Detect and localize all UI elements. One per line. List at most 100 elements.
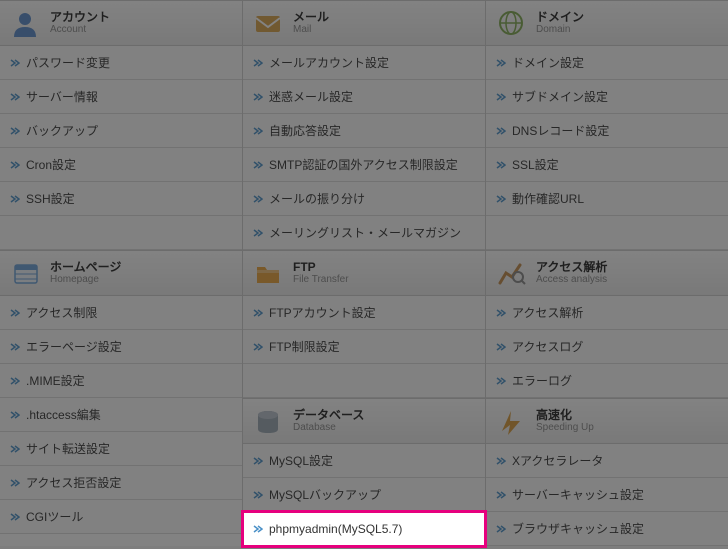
section-header-database: データベースDatabase: [243, 398, 485, 444]
menu-item-homepage-2[interactable]: .MIME設定: [0, 364, 242, 398]
column-1: メールMail メールアカウント設定迷惑メール設定自動応答設定 SMTP認証の国外ア…: [243, 0, 486, 546]
section-title-mail: メール: [293, 11, 329, 24]
menu-item-ftp-1[interactable]: FTP制限設定: [243, 330, 485, 364]
menu-item-label: 迷惑メール設定: [269, 88, 353, 105]
menu-item-access-2[interactable]: エラーログ: [486, 364, 728, 398]
menu-item-homepage-5[interactable]: アクセス拒否設定: [0, 466, 242, 500]
menu-item-label: アクセス拒否設定: [26, 474, 121, 491]
menu-item-homepage-0[interactable]: アクセス制限: [0, 296, 242, 330]
menu-item-database-2[interactable]: phpmyadmin(MySQL5.7): [243, 512, 485, 546]
menu-item-mail-4[interactable]: メールの振り分け: [243, 182, 485, 216]
menu-item-label: サブドメイン設定: [512, 88, 608, 105]
arrow-bullet-icon: [10, 478, 20, 488]
spacer: [0, 216, 242, 250]
menu-item-label: CGIツール: [26, 508, 83, 525]
menu-item-speed-2[interactable]: ブラウザキャッシュ設定: [486, 512, 728, 546]
menu-item-label: バックアップ: [26, 122, 98, 139]
section-subtitle-access: Access analysis: [536, 274, 607, 285]
arrow-bullet-icon: [10, 342, 20, 352]
section-header-homepage: ホームページHomepage: [0, 250, 242, 296]
arrow-bullet-icon: [10, 126, 20, 136]
menu-item-homepage-6[interactable]: CGIツール: [0, 500, 242, 534]
arrow-bullet-icon: [253, 490, 263, 500]
menu-item-domain-1[interactable]: サブドメイン設定: [486, 80, 728, 114]
arrow-bullet-icon: [496, 490, 506, 500]
menu-item-account-4[interactable]: SSH設定: [0, 182, 242, 216]
menu-item-label: .MIME設定: [26, 372, 85, 389]
arrow-bullet-icon: [253, 160, 263, 170]
arrow-bullet-icon: [10, 58, 20, 68]
homepage-icon: [10, 259, 40, 287]
menu-item-homepage-3[interactable]: .htaccess編集: [0, 398, 242, 432]
menu-item-ftp-0[interactable]: FTPアカウント設定: [243, 296, 485, 330]
menu-item-speed-1[interactable]: サーバーキャッシュ設定: [486, 478, 728, 512]
menu-item-domain-2[interactable]: DNSレコード設定: [486, 114, 728, 148]
section-header-ftp: FTPFile Transfer: [243, 250, 485, 296]
menu-item-mail-1[interactable]: 迷惑メール設定: [243, 80, 485, 114]
menu-item-domain-3[interactable]: SSL設定: [486, 148, 728, 182]
arrow-bullet-icon: [10, 92, 20, 102]
menu-item-homepage-1[interactable]: エラーページ設定: [0, 330, 242, 364]
menu-item-label: 自動応答設定: [269, 122, 341, 139]
arrow-bullet-icon: [10, 444, 20, 454]
menu-item-database-0[interactable]: MySQL設定: [243, 444, 485, 478]
section-subtitle-mail: Mail: [293, 24, 329, 35]
menu-item-speed-0[interactable]: Xアクセラレータ: [486, 444, 728, 478]
menu-item-label: MySQLバックアップ: [269, 486, 381, 503]
menu-item-label: サーバーキャッシュ設定: [512, 486, 644, 503]
menu-item-mail-2[interactable]: 自動応答設定: [243, 114, 485, 148]
menu-item-account-3[interactable]: Cron設定: [0, 148, 242, 182]
menu-item-domain-0[interactable]: ドメイン設定: [486, 46, 728, 80]
menu-item-label: FTPアカウント設定: [269, 304, 376, 321]
menu-item-label: パスワード変更: [26, 54, 110, 71]
section-subtitle-speed: Speeding Up: [536, 422, 594, 433]
menu-item-label: SSL設定: [512, 156, 559, 173]
menu-item-domain-4[interactable]: 動作確認URL: [486, 182, 728, 216]
section-header-domain: ドメインDomain: [486, 0, 728, 46]
arrow-bullet-icon: [496, 524, 506, 534]
arrow-bullet-icon: [496, 456, 506, 466]
menu-item-account-0[interactable]: パスワード変更: [0, 46, 242, 80]
menu-item-mail-5[interactable]: メーリングリスト・メールマガジン: [243, 216, 485, 250]
menu-item-label: メールアカウント設定: [269, 54, 389, 71]
menu-item-label: SSH設定: [26, 190, 75, 207]
section-subtitle-domain: Domain: [536, 24, 584, 35]
menu-item-account-1[interactable]: サーバー情報: [0, 80, 242, 114]
menu-item-database-1[interactable]: MySQLバックアップ: [243, 478, 485, 512]
arrow-bullet-icon: [253, 342, 263, 352]
menu-item-label: アクセスログ: [512, 338, 583, 355]
menu-item-label: ブラウザキャッシュ設定: [512, 520, 644, 537]
menu-item-label: アクセス解析: [512, 304, 583, 321]
section-subtitle-account: Account: [50, 24, 110, 35]
arrow-bullet-icon: [10, 308, 20, 318]
arrow-bullet-icon: [253, 58, 263, 68]
menu-item-access-1[interactable]: アクセスログ: [486, 330, 728, 364]
section-header-access: アクセス解析Access analysis: [486, 250, 728, 296]
arrow-bullet-icon: [10, 512, 20, 522]
menu-item-access-0[interactable]: アクセス解析: [486, 296, 728, 330]
menu-item-label: サーバー情報: [26, 88, 98, 105]
arrow-bullet-icon: [253, 456, 263, 466]
arrow-bullet-icon: [496, 308, 506, 318]
ftp-icon: [253, 259, 283, 287]
menu-item-label: FTP制限設定: [269, 338, 340, 355]
column-2: ドメインDomainドメイン設定サブドメイン設定 DNSレコード設定 SSL設定動作…: [486, 0, 728, 546]
menu-item-label: サイト転送設定: [26, 440, 110, 457]
section-header-mail: メールMail: [243, 0, 485, 46]
menu-item-label: メーリングリスト・メールマガジン: [269, 224, 461, 241]
menu-item-mail-0[interactable]: メールアカウント設定: [243, 46, 485, 80]
arrow-bullet-icon: [496, 160, 506, 170]
section-subtitle-ftp: File Transfer: [293, 274, 349, 285]
menu-item-label: エラーログ: [512, 372, 572, 389]
menu-item-homepage-4[interactable]: サイト転送設定: [0, 432, 242, 466]
menu-item-mail-3[interactable]: SMTP認証の国外アクセス制限設定: [243, 148, 485, 182]
menu-item-account-2[interactable]: バックアップ: [0, 114, 242, 148]
section-title-ftp: FTP: [293, 261, 349, 274]
arrow-bullet-icon: [496, 342, 506, 352]
arrow-bullet-icon: [496, 126, 506, 136]
section-title-database: データベース: [293, 409, 364, 422]
section-subtitle-database: Database: [293, 422, 364, 433]
arrow-bullet-icon: [253, 194, 263, 204]
menu-item-label: SMTP認証の国外アクセス制限設定: [269, 156, 458, 173]
menu-item-label: DNSレコード設定: [512, 122, 609, 139]
